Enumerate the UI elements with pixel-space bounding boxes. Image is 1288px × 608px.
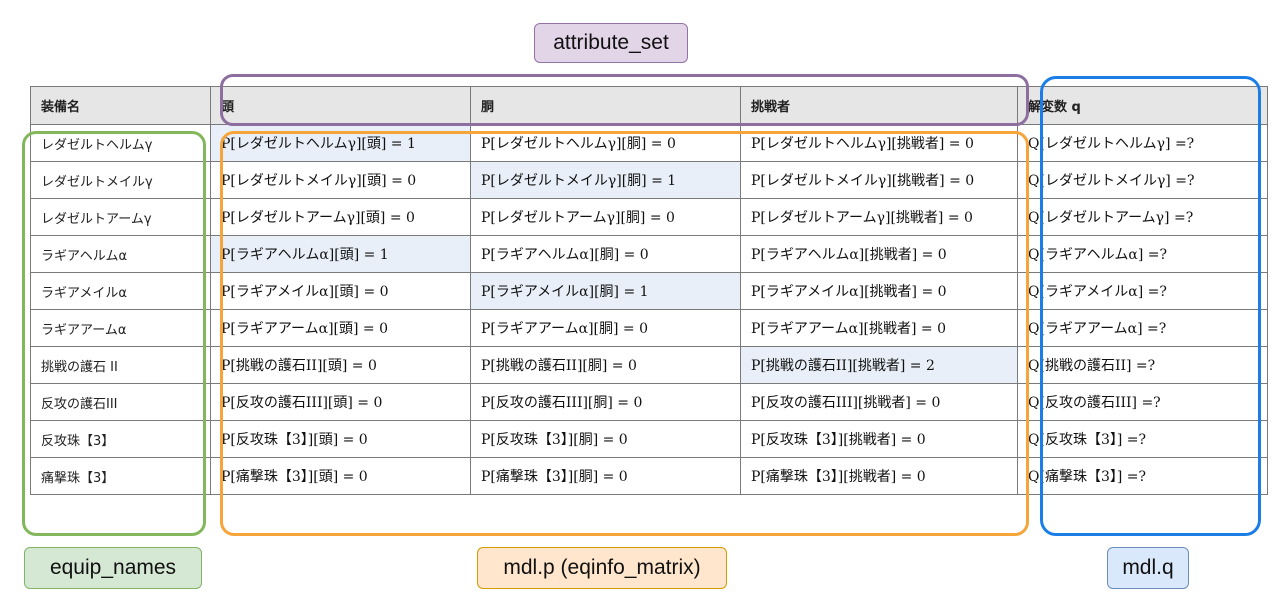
p-head-cell: P[レダゼルトアームγ][頭] = 0 xyxy=(210,198,471,236)
equip-name-cell: 反攻の護石III xyxy=(30,383,211,421)
table-row: レダゼルトメイルγ P[レダゼルトメイルγ][頭] = 0 P[レダゼルトメイルγ]… xyxy=(30,161,1268,199)
header-equip-name: 装備名 xyxy=(30,86,211,125)
p-challenger-cell: P[ラギアメイルα][挑戦者] = 0 xyxy=(740,272,1018,310)
equip-name-cell: 痛撃珠【3】 xyxy=(30,457,211,495)
q-cell: Q[レダゼルトアームγ] =? xyxy=(1017,198,1268,236)
equip-name-cell: 挑戦の護石 II xyxy=(30,346,211,384)
header-solution-variable: 解変数 q xyxy=(1017,86,1268,125)
table-row: レダゼルトアームγ P[レダゼルトアームγ][頭] = 0 P[レダゼルトアームγ]… xyxy=(30,198,1268,236)
mdl-p-label: mdl.p (eqinfo_matrix) xyxy=(477,547,727,589)
table-row: 挑戦の護石 II P[挑戦の護石II][頭] = 0 P[挑戦の護石II][胴] =… xyxy=(30,346,1268,384)
p-body-cell: P[痛撃珠【3】][胴] = 0 xyxy=(470,457,741,495)
q-cell: Q[挑戦の護石II] =? xyxy=(1017,346,1268,384)
q-cell: Q[ラギアヘルムα] =? xyxy=(1017,235,1268,273)
p-body-cell: P[レダゼルトメイルγ][胴] = 1 xyxy=(470,161,741,199)
q-cell: Q[反攻珠【3】] =? xyxy=(1017,420,1268,458)
table-row: レダゼルトヘルムγ P[レダゼルトヘルムγ][頭] = 1 P[レダゼルトヘルムγ]… xyxy=(30,124,1268,162)
attribute-set-label: attribute_set xyxy=(534,23,688,63)
p-body-cell: P[ラギアアームα][胴] = 0 xyxy=(470,309,741,347)
table-row: 反攻の護石III P[反攻の護石III][頭] = 0 P[反攻の護石III][胴]… xyxy=(30,383,1268,421)
p-head-cell: P[ラギアヘルムα][頭] = 1 xyxy=(210,235,471,273)
p-body-cell: P[挑戦の護石II][胴] = 0 xyxy=(470,346,741,384)
p-head-cell: P[ラギアメイルα][頭] = 0 xyxy=(210,272,471,310)
p-body-cell: P[ラギアヘルムα][胴] = 0 xyxy=(470,235,741,273)
table-row: 反攻珠【3】 P[反攻珠【3】][頭] = 0 P[反攻珠【3】][胴] = 0 P[… xyxy=(30,420,1268,458)
header-row: 装備名 頭 胴 挑戦者 解変数 q xyxy=(30,86,1268,125)
equip-name-cell: ラギアメイルα xyxy=(30,272,211,310)
q-cell: Q[痛撃珠【3】] =? xyxy=(1017,457,1268,495)
p-body-cell: P[反攻の護石III][胴] = 0 xyxy=(470,383,741,421)
q-cell: Q[ラギアアームα] =? xyxy=(1017,309,1268,347)
q-cell: Q[レダゼルトヘルムγ] =? xyxy=(1017,124,1268,162)
table-row: ラギアアームα P[ラギアアームα][頭] = 0 P[ラギアアームα][胴] = … xyxy=(30,309,1268,347)
equip-name-cell: レダゼルトヘルムγ xyxy=(30,124,211,162)
equipment-table: 装備名 頭 胴 挑戦者 解変数 q レダゼルトヘルムγ P[レダゼルトヘルムγ][… xyxy=(30,86,1268,495)
table-header: 装備名 頭 胴 挑戦者 解変数 q xyxy=(30,86,1268,125)
p-head-cell: P[反攻の護石III][頭] = 0 xyxy=(210,383,471,421)
table-row: 痛撃珠【3】 P[痛撃珠【3】][頭] = 0 P[痛撃珠【3】][胴] = 0 P[… xyxy=(30,457,1268,495)
q-cell: Q[レダゼルトメイルγ] =? xyxy=(1017,161,1268,199)
p-head-cell: P[反攻珠【3】][頭] = 0 xyxy=(210,420,471,458)
p-challenger-cell: P[反攻の護石III][挑戦者] = 0 xyxy=(740,383,1018,421)
p-head-cell: P[挑戦の護石II][頭] = 0 xyxy=(210,346,471,384)
p-head-cell: P[痛撃珠【3】][頭] = 0 xyxy=(210,457,471,495)
p-body-cell: P[レダゼルトヘルムγ][胴] = 0 xyxy=(470,124,741,162)
table-row: ラギアメイルα P[ラギアメイルα][頭] = 0 P[ラギアメイルα][胴] = … xyxy=(30,272,1268,310)
p-challenger-cell: P[レダゼルトアームγ][挑戦者] = 0 xyxy=(740,198,1018,236)
q-cell: Q[ラギアメイルα] =? xyxy=(1017,272,1268,310)
equip-name-cell: ラギアアームα xyxy=(30,309,211,347)
p-challenger-cell: P[ラギアヘルムα][挑戦者] = 0 xyxy=(740,235,1018,273)
p-challenger-cell: P[反攻珠【3】][挑戦者] = 0 xyxy=(740,420,1018,458)
p-challenger-cell: P[痛撃珠【3】][挑戦者] = 0 xyxy=(740,457,1018,495)
p-head-cell: P[レダゼルトメイルγ][頭] = 0 xyxy=(210,161,471,199)
equip-name-cell: レダゼルトメイルγ xyxy=(30,161,211,199)
mdl-q-label: mdl.q xyxy=(1107,547,1189,589)
equip-name-cell: 反攻珠【3】 xyxy=(30,420,211,458)
p-challenger-cell: P[ラギアアームα][挑戦者] = 0 xyxy=(740,309,1018,347)
p-body-cell: P[反攻珠【3】][胴] = 0 xyxy=(470,420,741,458)
equip-names-label: equip_names xyxy=(24,547,202,589)
table-body: レダゼルトヘルムγ P[レダゼルトヘルムγ][頭] = 1 P[レダゼルトヘルムγ]… xyxy=(30,124,1268,495)
equip-name-cell: ラギアヘルムα xyxy=(30,235,211,273)
header-body: 胴 xyxy=(470,86,741,125)
equip-name-cell: レダゼルトアームγ xyxy=(30,198,211,236)
header-challenger: 挑戦者 xyxy=(740,86,1018,125)
p-body-cell: P[レダゼルトアームγ][胴] = 0 xyxy=(470,198,741,236)
header-head: 頭 xyxy=(210,86,471,125)
table-row: ラギアヘルムα P[ラギアヘルムα][頭] = 1 P[ラギアヘルムα][胴] = … xyxy=(30,235,1268,273)
p-challenger-cell: P[挑戦の護石II][挑戦者] = 2 xyxy=(740,346,1018,384)
p-challenger-cell: P[レダゼルトメイルγ][挑戦者] = 0 xyxy=(740,161,1018,199)
p-challenger-cell: P[レダゼルトヘルムγ][挑戦者] = 0 xyxy=(740,124,1018,162)
q-cell: Q[反攻の護石III] =? xyxy=(1017,383,1268,421)
p-head-cell: P[ラギアアームα][頭] = 0 xyxy=(210,309,471,347)
p-body-cell: P[ラギアメイルα][胴] = 1 xyxy=(470,272,741,310)
p-head-cell: P[レダゼルトヘルムγ][頭] = 1 xyxy=(210,124,471,162)
